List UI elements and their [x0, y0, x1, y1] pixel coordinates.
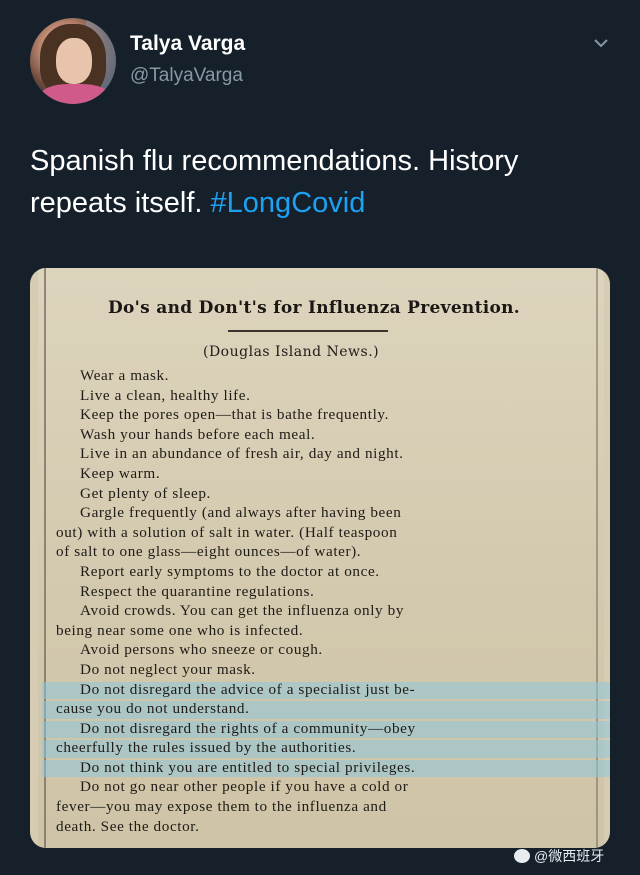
title-divider — [228, 330, 388, 332]
clipping-line: fever—you may expose them to the influen… — [56, 798, 387, 816]
author-handle[interactable]: @TalyaVarga — [130, 65, 243, 87]
clipping-line: Gargle frequently (and always after havi… — [80, 504, 402, 522]
clipping-line-highlighted: Do not disregard the advice of a special… — [42, 680, 610, 700]
clipping-line: of salt to one glass—eight ounces—of wat… — [56, 543, 362, 561]
clipping-body: Wear a mask. Live a clean, healthy life.… — [42, 366, 610, 836]
weibo-icon — [514, 849, 530, 863]
clipping-line: out) with a solution of salt in water. (… — [56, 523, 398, 541]
clipping-line: Wear a mask. — [80, 367, 170, 384]
clipping-line: Live a clean, healthy life. — [80, 386, 251, 404]
clipping-line-highlighted: cause you do not understand. — [42, 699, 610, 719]
newspaper-clipping: Do's and Don't's for Influenza Preventio… — [38, 268, 610, 848]
clipping-line: Keep the pores open—that is bathe freque… — [80, 406, 389, 424]
clipping-line: Avoid persons who sneeze or cough. — [80, 641, 323, 659]
clipping-line: Get plenty of sleep. — [80, 484, 211, 502]
avatar[interactable] — [30, 18, 116, 104]
clipping-line: Do not neglect your mask. — [80, 660, 256, 678]
clipping-line: Wash your hands before each meal. — [80, 425, 316, 443]
clipping-line-highlighted: cheerfully the rules issued by the autho… — [42, 738, 610, 758]
clipping-line: Live in an abundance of fresh air, day a… — [80, 445, 404, 463]
weibo-watermark: @微西班牙 — [514, 846, 604, 866]
clipping-line: Report early symptoms to the doctor at o… — [80, 562, 380, 580]
hashtag-link[interactable]: #LongCovid — [211, 187, 366, 219]
clipping-line: death. See the doctor. — [56, 817, 200, 835]
clipping-line: Avoid crowds. You can get the influenza … — [80, 602, 405, 620]
clipping-line: being near some one who is infected. — [56, 621, 304, 639]
clipping-title: Do's and Don't's for Influenza Preventio… — [108, 298, 521, 318]
tweet-text: Spanish flu recommendations. History rep… — [30, 140, 620, 224]
clipping-line: Do not go near other people if you have … — [80, 778, 409, 796]
tweet-image[interactable]: Do's and Don't's for Influenza Preventio… — [30, 268, 610, 848]
author-name[interactable]: Talya Varga — [130, 32, 245, 56]
tweet-header: Talya Varga @TalyaVarga — [30, 18, 620, 108]
clipping-line-highlighted: Do not think you are entitled to special… — [42, 758, 610, 778]
clipping-line-highlighted: Do not disregard the rights of a communi… — [42, 719, 610, 739]
chevron-down-icon[interactable] — [592, 36, 610, 50]
clipping-line: Respect the quarantine regulations. — [80, 582, 315, 600]
clipping-source: (Douglas Island News.) — [203, 344, 380, 360]
clipping-line: Keep warm. — [80, 464, 161, 482]
